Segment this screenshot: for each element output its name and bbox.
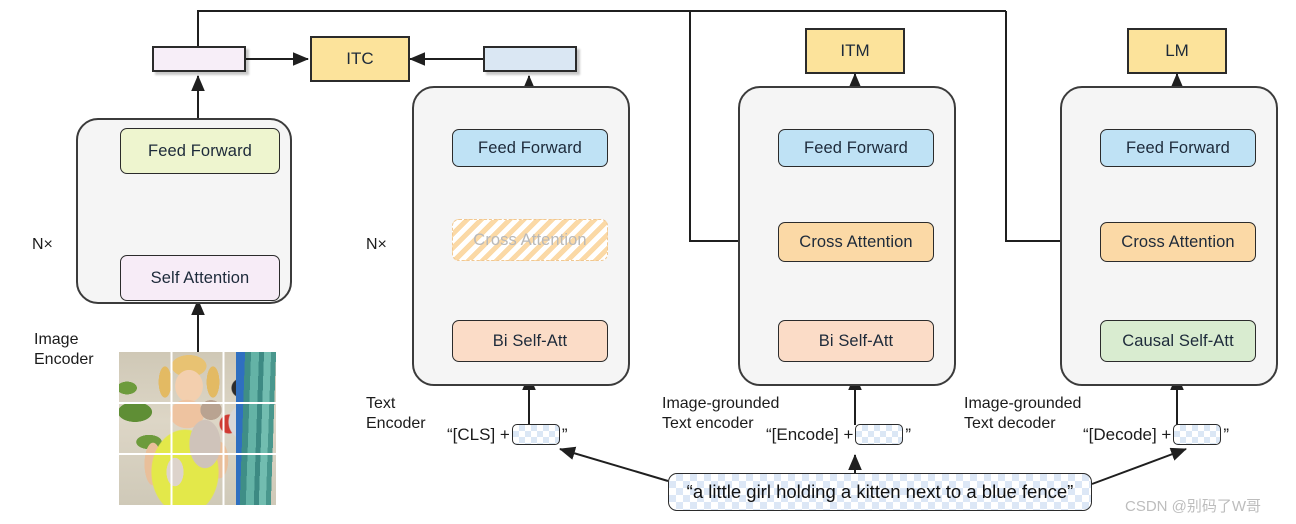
- image-encoder-nx-label: N×: [32, 236, 53, 253]
- block-label: Causal Self-Att: [1122, 331, 1234, 350]
- igtd-input-tokens: “[Decode] + ”: [1083, 424, 1229, 445]
- masked-token-icon: [855, 424, 904, 445]
- token-prefix: “[Decode] +: [1083, 424, 1172, 444]
- objective-label: LM: [1165, 41, 1189, 60]
- figure-canvas: Feed Forward Self Attention N× Image Enc…: [0, 0, 1296, 524]
- block-label: Bi Self-Att: [492, 331, 568, 350]
- token-suffix: ”: [1223, 424, 1230, 444]
- block-label: Self Attention: [150, 268, 250, 287]
- igte-bi-self-att-block[interactable]: Bi Self-Att: [778, 320, 934, 362]
- block-label: Feed Forward: [1126, 138, 1230, 157]
- caption-bubble: “a little girl holding a kitten next to …: [668, 473, 1092, 511]
- masked-token-icon: [1173, 424, 1222, 445]
- input-image-photo: [119, 352, 276, 505]
- igte-cross-attention-block[interactable]: Cross Attention: [778, 222, 934, 262]
- objective-label: ITM: [840, 41, 870, 60]
- igtd-cross-attention-block[interactable]: Cross Attention: [1100, 222, 1256, 262]
- token-suffix: ”: [905, 424, 912, 444]
- igtd-causal-self-att-block[interactable]: Causal Self-Att: [1100, 320, 1256, 362]
- block-label: Cross Attention: [799, 232, 913, 251]
- text-encoder-cross-attention-block-disabled[interactable]: Cross Attention: [452, 219, 608, 261]
- token-prefix: “[CLS] +: [447, 424, 510, 444]
- image-encoder-self-attention-block[interactable]: Self Attention: [120, 255, 280, 301]
- image-feature-bar: [152, 46, 246, 72]
- block-label: Feed Forward: [478, 138, 582, 157]
- block-label: Cross Attention: [1121, 232, 1235, 251]
- patch-grid-overlay: [119, 352, 276, 505]
- text-feature-bar: [483, 46, 577, 72]
- block-label: Cross Attention: [473, 230, 587, 249]
- igte-input-tokens: “[Encode] + ”: [766, 424, 911, 445]
- text-encoder-feed-forward-block[interactable]: Feed Forward: [452, 129, 608, 167]
- masked-token-icon: [511, 424, 560, 445]
- token-suffix: ”: [561, 424, 568, 444]
- csdn-watermark: CSDN @别码了W哥: [1125, 498, 1262, 515]
- igte-feed-forward-block[interactable]: Feed Forward: [778, 129, 934, 167]
- block-label: Bi Self-Att: [818, 331, 894, 350]
- image-grounded-text-encoder-caption: Image-grounded Text encoder: [662, 395, 780, 432]
- image-encoder-caption: Image Encoder: [34, 331, 94, 368]
- image-grounded-text-decoder-caption: Image-grounded Text decoder: [964, 395, 1082, 432]
- token-prefix: “[Encode] +: [766, 424, 854, 444]
- igtd-feed-forward-block[interactable]: Feed Forward: [1100, 129, 1256, 167]
- objective-itc[interactable]: ITC: [310, 36, 410, 82]
- objective-label: ITC: [346, 49, 374, 68]
- block-label: Feed Forward: [804, 138, 908, 157]
- text-encoder-nx-label: N×: [366, 236, 387, 253]
- objective-lm[interactable]: LM: [1127, 28, 1227, 74]
- block-label: Feed Forward: [148, 141, 252, 160]
- text-encoder-caption: Text Encoder: [366, 395, 426, 432]
- objective-itm[interactable]: ITM: [805, 28, 905, 74]
- text-encoder-bi-self-att-block[interactable]: Bi Self-Att: [452, 320, 608, 362]
- text-encoder-input-tokens: “[CLS] + ”: [447, 424, 568, 445]
- image-encoder-feed-forward-block[interactable]: Feed Forward: [120, 128, 280, 174]
